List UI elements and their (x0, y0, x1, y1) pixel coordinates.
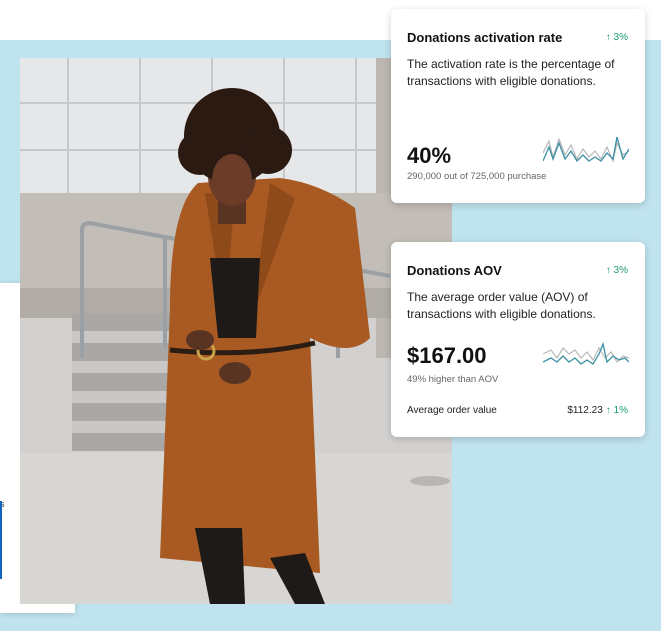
activation-rate-card[interactable]: Donations activation rate ↑ 3% The activ… (391, 9, 645, 203)
card-description: The activation rate is the percentage of… (407, 57, 615, 88)
woman-in-coat-photo (20, 58, 452, 604)
metric-value: 40% (407, 143, 452, 168)
trend-badge: ↑ 3% (605, 32, 628, 43)
card-title: Donations activation rate (407, 30, 563, 45)
footer-trend: ↑ 1% (605, 405, 628, 416)
sparkline-chart (543, 136, 629, 163)
metric-note: 290,000 out of 725,000 purchase (407, 171, 547, 182)
donations-aov-card[interactable]: Donations AOV ↑ 3% The average order val… (391, 242, 645, 437)
card-description: The average order value (AOV) of transac… (407, 290, 596, 321)
footer-value: $112.23 (567, 405, 603, 416)
side-card-button-edge[interactable] (0, 501, 2, 579)
sparkline-chart (543, 341, 629, 365)
hero-photo (20, 58, 452, 604)
card-title: Donations AOV (407, 263, 502, 278)
footer-value-group: $112.23 ↑ 1% (567, 405, 628, 416)
trend-badge: ↑ 3% (605, 265, 628, 276)
metric-note: 49% higher than AOV (407, 374, 499, 385)
metric-value: $167.00 (407, 343, 487, 368)
footer-label: Average order value (407, 405, 497, 416)
